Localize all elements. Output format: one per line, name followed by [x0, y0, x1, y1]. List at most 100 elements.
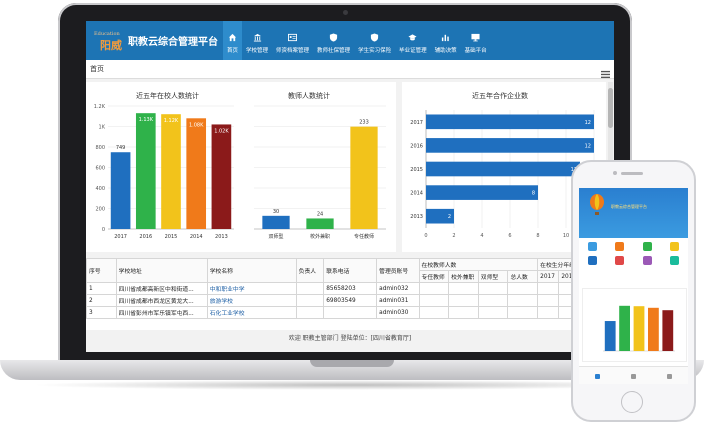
- y-tick-label: 0: [102, 227, 105, 233]
- phone-screen: 职教云综合管理平台: [579, 188, 688, 384]
- status-footer: 欢迎 职教主管部门 登陆单位：[四川省教育厅]: [86, 332, 614, 352]
- cell-value: [507, 294, 539, 307]
- nav-item-student-insurance[interactable]: 学生实习保险: [354, 21, 395, 60]
- y-tick-label: 2015: [410, 167, 423, 173]
- x-tick-label: 2: [452, 233, 455, 239]
- y-tick-label: 2017: [410, 120, 423, 126]
- cell-value: [477, 306, 509, 319]
- phone-grid-item[interactable]: [606, 242, 633, 252]
- x-tick-label: 双师型: [268, 233, 283, 240]
- nav-item-base-platform[interactable]: 基础平台: [461, 21, 491, 60]
- phone-speaker: [621, 172, 643, 175]
- phone-frame: 职教云综合管理平台: [571, 160, 696, 422]
- x-tick-label: 2015: [165, 234, 178, 240]
- breadcrumb[interactable]: 首页: [90, 64, 104, 74]
- id-card-icon: [288, 33, 298, 42]
- phone-banner-title: 职教云综合管理平台: [611, 204, 647, 209]
- laptop-screen: Education 阳威 职教云综合管理平台 首页 学校管理 师资档案管理 教师…: [86, 21, 614, 352]
- main-nav: 首页 学校管理 师资档案管理 教师社保管理 学生实习保险 毕业证管理 辅助决策 …: [223, 21, 491, 60]
- bar-value-label: 1.13K: [139, 117, 154, 123]
- cell-admin: admin030: [376, 306, 420, 319]
- phone-grid-item[interactable]: [661, 256, 688, 266]
- home-icon: [228, 33, 237, 42]
- phone-grid-item[interactable]: [634, 256, 661, 266]
- cell-school-name-link[interactable]: 石化工业学校: [206, 306, 297, 319]
- app-icon: [588, 242, 598, 251]
- phone-grid-item[interactable]: [579, 242, 606, 252]
- table-row[interactable]: 2 四川省成都市西龙区黄龙大... 旅游学校 69803549 admin031: [86, 294, 606, 307]
- bank-icon: [253, 33, 262, 42]
- table-header: 学校地址: [115, 258, 208, 283]
- phone-tab-home[interactable]: [579, 367, 615, 384]
- breadcrumb-bar: 首页: [86, 60, 614, 79]
- nav-item-diploma-management[interactable]: 毕业证管理: [395, 21, 431, 60]
- table-row[interactable]: 3 四川省彭州市军乐镇军屯西... 石化工业学校 admin030: [86, 306, 606, 319]
- cell-value: [418, 306, 450, 319]
- scrollbar-thumb[interactable]: [608, 88, 613, 128]
- phone-grid-item[interactable]: [661, 242, 688, 252]
- cell-phone: [323, 306, 378, 319]
- app-icon: [642, 256, 652, 265]
- app-icon: [615, 242, 625, 251]
- y-tick-label: 2016: [410, 143, 423, 149]
- bar-value-label: 30: [273, 209, 279, 215]
- shield-icon: [329, 33, 338, 42]
- phone-grid-item[interactable]: [634, 242, 661, 252]
- bar: [306, 218, 334, 229]
- cell-school-name-link[interactable]: 中和职业中学: [206, 282, 297, 295]
- app-icon: [615, 256, 625, 265]
- phone-camera: [613, 171, 617, 175]
- table-header: 序号: [86, 258, 117, 283]
- x-tick-label: 2017: [114, 234, 127, 240]
- cell-principal: [295, 294, 325, 307]
- bar: [648, 307, 659, 351]
- bar-value-label: 1.12K: [164, 118, 179, 124]
- app-icon: [588, 256, 598, 265]
- table-subheader: 2017: [537, 270, 560, 283]
- y-tick-label: 200: [95, 207, 105, 213]
- chart-title-teachers: 教师人数统计: [288, 92, 330, 100]
- table-subheader: 校外兼职: [448, 270, 479, 283]
- phone-home-button[interactable]: [621, 391, 643, 413]
- phone-grid-item[interactable]: [606, 256, 633, 266]
- chart-title-students: 近五年在校人数统计: [136, 92, 199, 100]
- x-tick-label: 2013: [215, 234, 228, 240]
- x-tick-label: 专任教师: [354, 233, 374, 240]
- bar: [426, 114, 594, 130]
- x-tick-label: 2014: [190, 234, 203, 240]
- nav-item-home[interactable]: 首页: [223, 21, 243, 60]
- x-tick-label: 2016: [139, 234, 152, 240]
- x-tick-label: 4: [480, 233, 483, 239]
- bar: [426, 138, 594, 153]
- phone-banner: 职教云综合管理平台: [579, 188, 688, 238]
- table-header-group: 在校教师人数: [418, 258, 539, 271]
- nav-item-teacher-archive[interactable]: 师资档案管理: [272, 21, 313, 60]
- app-icon: [642, 242, 652, 251]
- nav-label: 学校管理: [246, 48, 269, 54]
- cell-school-name-link[interactable]: 旅游学校: [206, 294, 297, 307]
- hamburger-menu-icon[interactable]: [601, 64, 610, 79]
- bar: [350, 126, 378, 229]
- teachers-bar-chart: 30 双师型 24 校外兼职 233 专任教师: [254, 105, 386, 240]
- x-tick-label: 8: [536, 233, 539, 239]
- logo-mark: 阳威: [100, 39, 122, 52]
- phone-grid-item[interactable]: [579, 256, 606, 266]
- nav-label: 学生实习保险: [358, 48, 392, 54]
- table-row[interactable]: 1 四川省成都高新区中和街道... 中和职业中学 85658203 admin0…: [86, 282, 606, 295]
- app-logo[interactable]: Education 阳威: [94, 31, 124, 52]
- bar: [662, 310, 674, 351]
- phone-tab-middle[interactable]: [615, 367, 651, 384]
- nav-item-school-management[interactable]: 学校管理: [242, 21, 272, 60]
- bar-value-label: 8: [532, 191, 535, 197]
- phone-tab-profile[interactable]: [652, 367, 688, 384]
- y-tick-label: 2014: [410, 191, 423, 197]
- x-tick-label: 10: [563, 233, 569, 239]
- y-tick-label: 400: [95, 186, 105, 192]
- stats-panel: 近五年在校人数统计 教师人数统计 0 200 400 600 800 1K 1.2K 749 2…: [86, 82, 396, 252]
- nav-item-decision-support[interactable]: 辅助决策: [431, 21, 461, 60]
- cell-address: 四川省彭州市军乐镇军屯西...: [115, 306, 208, 319]
- nav-item-teacher-insurance[interactable]: 教师社保管理: [313, 21, 354, 60]
- user-icon: [667, 373, 673, 379]
- bar: [426, 161, 580, 177]
- shield-icon: [370, 33, 379, 42]
